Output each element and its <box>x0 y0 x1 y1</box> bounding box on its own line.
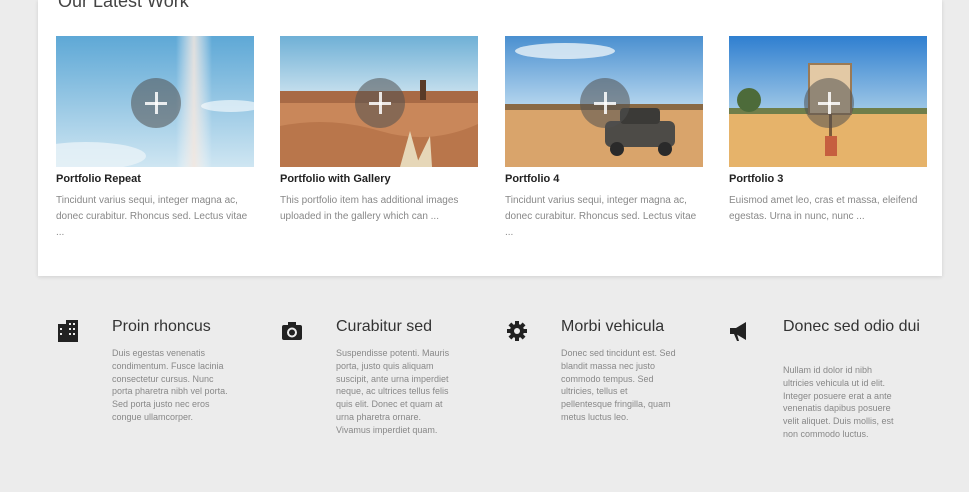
portfolio-excerpt: Tincidunt varius sequi, integer magna ac… <box>505 195 697 238</box>
portfolio-excerpt: Tincidunt varius sequi, integer magna ac… <box>56 195 248 238</box>
feature-text: Nullam id dolor id nibh ultricies vehicu… <box>783 365 894 439</box>
plus-icon[interactable] <box>580 78 630 128</box>
feature-text: Duis egestas venenatis condimentum. Fusc… <box>112 348 228 422</box>
portfolio-thumbnail[interactable] <box>505 36 703 167</box>
portfolio-title[interactable]: Portfolio with Gallery <box>280 173 478 185</box>
plus-icon[interactable] <box>355 78 405 128</box>
section-title: Our Latest Work <box>58 0 189 11</box>
portfolio-excerpt: This portfolio item has additional image… <box>280 195 459 222</box>
feature-title: Proin rhoncus <box>112 318 211 335</box>
plus-icon[interactable] <box>131 78 181 128</box>
portfolio-title[interactable]: Portfolio 4 <box>505 173 703 185</box>
gear-icon <box>507 321 527 341</box>
building-icon <box>58 320 78 342</box>
portfolio-card[interactable]: Portfolio Repeat Tincidunt varius sequi,… <box>56 36 254 241</box>
camera-icon <box>282 322 302 340</box>
feature-title: Curabitur sed <box>336 318 433 335</box>
feature-text: Suspendisse potenti. Mauris porta, justo… <box>336 348 450 435</box>
portfolio-thumbnail[interactable] <box>56 36 254 167</box>
megaphone-icon <box>730 322 746 341</box>
portfolio-thumbnail[interactable] <box>729 36 927 167</box>
portfolio-title[interactable]: Portfolio Repeat <box>56 173 254 185</box>
plus-icon[interactable] <box>804 78 854 128</box>
feature-text: Donec sed tincidunt est. Sed blandit mas… <box>561 348 676 422</box>
portfolio-excerpt: Euismod amet leo, cras et massa, eleifen… <box>729 195 918 222</box>
feature-title: Donec sed odio dui <box>783 318 920 335</box>
portfolio-card[interactable]: Portfolio 4 Tincidunt varius sequi, inte… <box>505 36 703 241</box>
portfolio-title[interactable]: Portfolio 3 <box>729 173 927 185</box>
feature-title: Morbi vehicula <box>561 318 665 335</box>
portfolio-card[interactable]: Portfolio 3 Euismod amet leo, cras et ma… <box>729 36 927 225</box>
portfolio-thumbnail[interactable] <box>280 36 478 167</box>
portfolio-card[interactable]: Portfolio with Gallery This portfolio it… <box>280 36 478 225</box>
